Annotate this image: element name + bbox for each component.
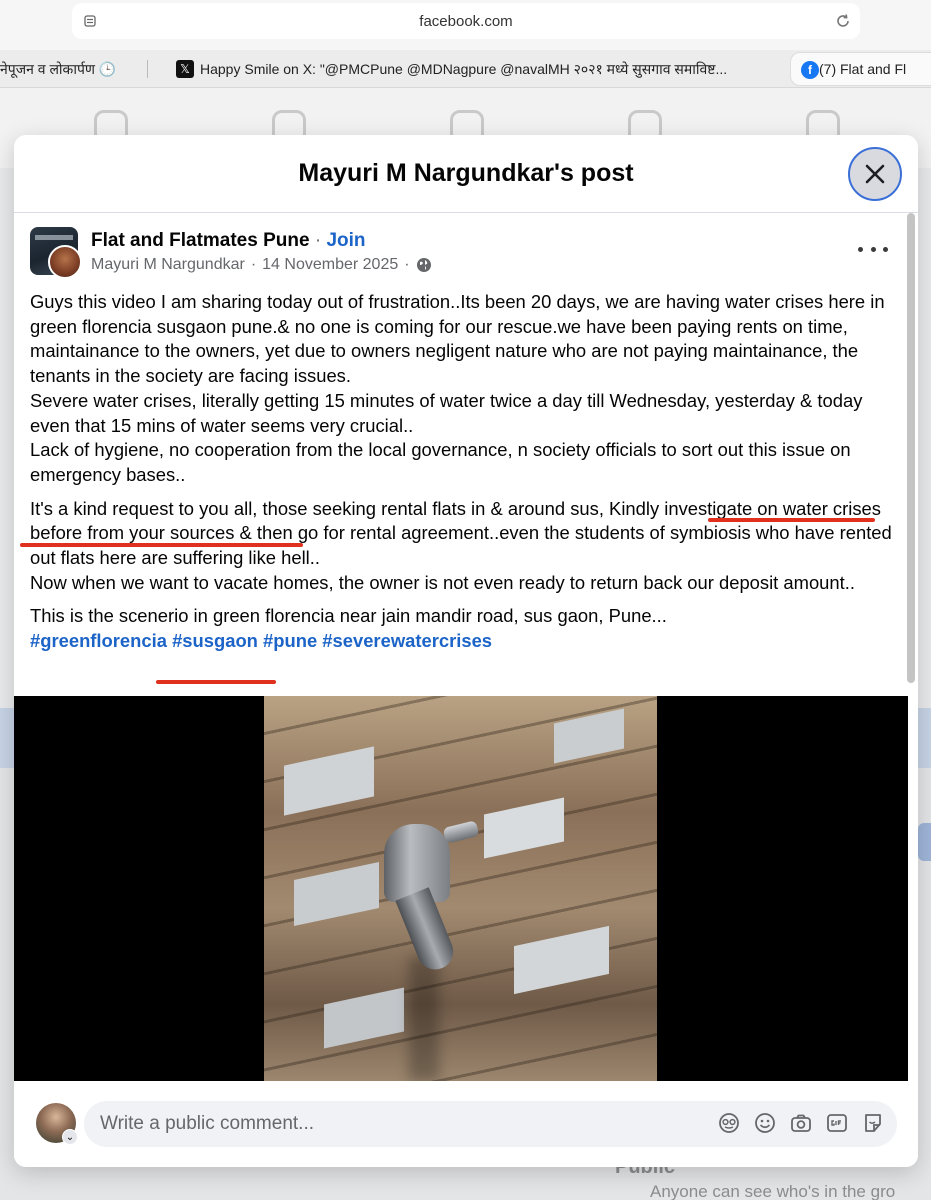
emoji-icon[interactable] (754, 1112, 776, 1134)
tab-label: नेपूजन व लोकार्पण 🕒 (0, 60, 117, 77)
meta-separator: · (250, 256, 257, 273)
scrollbar-thumb[interactable] (907, 213, 915, 683)
camera-icon[interactable] (790, 1112, 812, 1134)
sticker-icon[interactable] (862, 1112, 884, 1134)
tab-divider (147, 60, 148, 78)
globe-icon (416, 258, 431, 272)
separator-dot: · (309, 230, 327, 251)
browser-tab-3-active[interactable]: f (7) Flat and Fl (790, 52, 931, 86)
post-line: Severe water crises, literally getting 1… (30, 389, 863, 436)
faucet-shadow (409, 956, 439, 1081)
modal-header: Mayuri M Nargundkar's post (14, 135, 918, 213)
group-title-line: Flat and Flatmates Pune · Join (91, 230, 366, 252)
post-paragraph-1: Guys this video I am sharing today out o… (30, 290, 900, 488)
join-link[interactable]: Join (326, 230, 365, 251)
url-text: facebook.com (419, 13, 513, 30)
comment-composer: ⌄ (14, 1081, 918, 1167)
reload-icon[interactable] (834, 12, 852, 30)
wall-tile (484, 797, 564, 859)
modal-title: Mayuri M Nargundkar's post (298, 159, 634, 187)
tab-label: (7) Flat and Fl (819, 61, 907, 77)
modal-scrollbar[interactable] (907, 213, 915, 1093)
annotation-underline (708, 518, 875, 522)
author-name-link[interactable]: Mayuri M Nargundkar (91, 256, 245, 274)
wall-tile (294, 861, 379, 927)
wall-tile (554, 708, 624, 764)
group-avatar-banner (35, 235, 73, 240)
post-text: Guys this video I am sharing today out o… (30, 290, 900, 663)
more-dot (858, 246, 863, 252)
more-dot (870, 246, 876, 252)
address-bar[interactable]: facebook.com (72, 3, 860, 39)
annotation-underline (20, 543, 303, 547)
chevron-down-icon[interactable]: ⌄ (62, 1129, 78, 1145)
post-line: Lack of hygiene, no cooperation from the… (30, 439, 851, 485)
meta-separator: · (404, 256, 410, 273)
tab-label: Happy Smile on X: "@PMCPune @MDNagpure @… (200, 60, 728, 77)
close-icon (865, 164, 885, 184)
faucet-handle (442, 820, 480, 844)
post-meta: Mayuri M Nargundkar · 14 November 2025 · (91, 256, 432, 274)
annotation-underline (156, 680, 276, 684)
more-options-button[interactable] (858, 237, 888, 261)
post-video[interactable] (14, 696, 908, 1081)
post-header: Flat and Flatmates Pune · Join Mayuri M … (30, 227, 890, 279)
post-date-link[interactable]: 14 November 2025 (262, 256, 398, 274)
faucet-spout (395, 887, 459, 975)
facebook-logo-icon: f (801, 61, 819, 79)
browser-chrome: facebook.com (0, 0, 931, 50)
post-line: Guys this video I am sharing today out o… (30, 291, 885, 387)
gif-icon[interactable] (826, 1112, 848, 1134)
avatar-sticker-icon[interactable] (718, 1112, 740, 1134)
background-join-button (918, 823, 931, 861)
tab-bar: नेपूजन व लोकार्पण 🕒 𝕏 Happy Smile on X: … (0, 50, 931, 88)
video-frame-faucet (264, 696, 657, 1081)
post-line: This is the scenerio in green florencia … (30, 605, 667, 627)
wall-tile (284, 746, 374, 816)
post-modal: Mayuri M Nargundkar's post Flat and Flat… (14, 135, 918, 1167)
wall-tile (514, 925, 609, 995)
hashtag-links[interactable]: #greenflorencia #susgaon #pune #severewa… (30, 630, 492, 651)
post-line: Now when we want to vacate homes, the ow… (30, 571, 855, 593)
group-name-link[interactable]: Flat and Flatmates Pune (91, 230, 310, 251)
browser-tab-2[interactable]: 𝕏 Happy Smile on X: "@PMCPune @MDNagpure… (176, 50, 776, 88)
post-paragraph-3: This is the scenerio in green florencia … (30, 604, 900, 653)
comment-tools (718, 1112, 884, 1134)
close-button[interactable] (848, 147, 902, 201)
faucet-body (384, 824, 450, 902)
browser-tab-1[interactable]: नेपूजन व लोकार्पण 🕒 (0, 50, 150, 88)
author-avatar[interactable] (48, 245, 82, 279)
background-public-description: Anyone can see who's in the gro (650, 1182, 896, 1200)
x-logo-icon: 𝕏 (176, 60, 194, 78)
post-line: It's a kind request to you all, those se… (30, 497, 892, 569)
more-dot (883, 246, 888, 252)
wall-tile (324, 987, 404, 1049)
